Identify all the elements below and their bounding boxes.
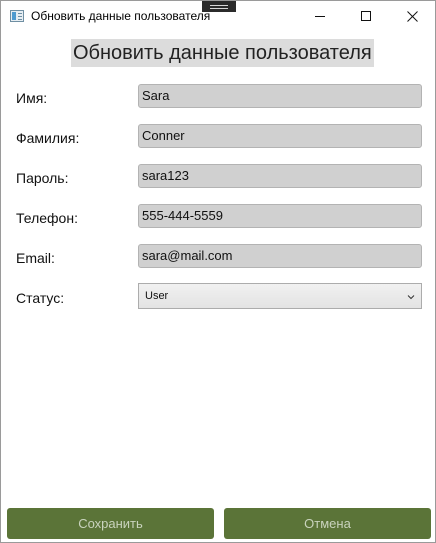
chevron-down-icon — [407, 295, 415, 300]
app-window-icon — [10, 10, 24, 22]
phone-field[interactable]: 555-444-5559 — [138, 204, 422, 228]
status-selected-value: User — [145, 290, 169, 302]
save-button[interactable]: Сохранить — [7, 508, 214, 539]
email-label: Email: — [16, 250, 55, 266]
minimize-icon — [315, 15, 325, 17]
close-button[interactable] — [389, 1, 435, 31]
close-icon — [406, 10, 418, 22]
password-field[interactable]: sara123 — [138, 164, 422, 188]
last-name-label: Фамилия: — [16, 130, 80, 146]
last-name-field[interactable]: Conner — [138, 124, 422, 148]
phone-label: Телефон: — [16, 210, 78, 226]
update-user-window: Обновить данные пользователя Обновить да… — [0, 0, 436, 543]
maximize-button[interactable] — [343, 1, 389, 31]
status-select[interactable]: User — [138, 283, 422, 309]
maximize-icon — [361, 11, 371, 21]
cancel-button[interactable]: Отмена — [224, 508, 431, 539]
window-title: Обновить данные пользователя — [31, 9, 211, 23]
page-title: Обновить данные пользователя — [71, 39, 374, 67]
minimize-button[interactable] — [297, 1, 343, 31]
status-label: Статус: — [16, 290, 65, 306]
first-name-field[interactable]: Sara — [138, 84, 422, 108]
email-field[interactable]: sara@mail.com — [138, 244, 422, 268]
title-bar[interactable]: Обновить данные пользователя — [1, 1, 435, 31]
password-label: Пароль: — [16, 170, 69, 186]
first-name-label: Имя: — [16, 90, 48, 106]
drag-handle[interactable] — [202, 1, 236, 12]
